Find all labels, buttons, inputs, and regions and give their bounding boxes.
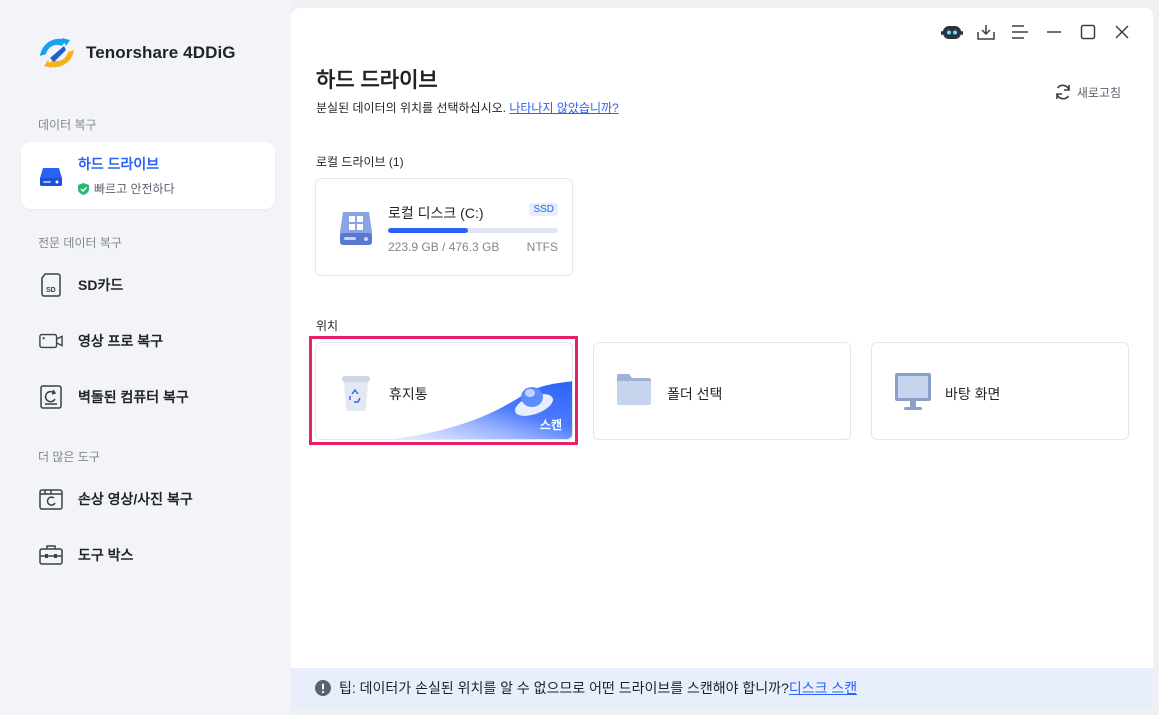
tip-bar: 팁: 데이터가 손실된 위치를 알 수 없으므로 어떤 드라이브를 스캔해야 합… (291, 668, 1153, 708)
close-button[interactable] (1105, 20, 1139, 44)
sidebar-item-label: 손상 영상/사진 복구 (78, 491, 193, 507)
page-subtitle-text: 분실된 데이터의 위치를 선택하십시오. (316, 101, 506, 115)
sidebar-item-badge: 빠르고 안전하다 (94, 182, 175, 196)
minimize-button[interactable] (1037, 20, 1071, 44)
menu-button[interactable] (1003, 20, 1037, 44)
photo-repair-icon (39, 487, 63, 511)
scan-button[interactable]: 스캔 (540, 416, 562, 433)
sidebar-item-label: 영상 프로 복구 (78, 333, 164, 349)
maximize-icon (1080, 24, 1096, 40)
folder-icon (617, 374, 651, 405)
close-icon (1115, 25, 1129, 39)
info-icon (315, 680, 331, 696)
sidebar-item-sd-card[interactable]: SD SD카드 (21, 260, 275, 310)
window-controls (935, 20, 1139, 44)
app-logo-icon (40, 38, 74, 68)
app-name: Tenorshare 4DDiG (86, 43, 236, 62)
location-folder[interactable]: 폴더 선택 (593, 342, 851, 440)
video-camera-icon (39, 329, 63, 353)
page-title: 하드 드라이브 (316, 69, 438, 92)
svg-text:SD: SD (46, 287, 56, 294)
sidebar-item-hard-drive[interactable]: 하드 드라이브 빠르고 안전하다 (21, 142, 275, 209)
menu-icon (1012, 25, 1028, 39)
sidebar-item-toolbox[interactable]: 도구 박스 (21, 530, 275, 580)
assistant-robot-button[interactable] (935, 20, 969, 44)
tip-text: 팁: 데이터가 손실된 위치를 알 수 없으므로 어떤 드라이브를 스캔해야 합… (339, 680, 789, 696)
refresh-button[interactable]: 새로고침 (1054, 83, 1121, 101)
section-label-more: 더 많은 도구 (38, 450, 100, 464)
sidebar-item-photo-repair[interactable]: 손상 영상/사진 복구 (21, 474, 275, 524)
sidebar-item-label: 하드 드라이브 (78, 156, 160, 172)
not-showing-link[interactable]: 나타나지 않았습니까? (509, 101, 618, 115)
location-recycle-bin[interactable]: 휴지통 스캔 (315, 342, 573, 440)
minimize-icon (1047, 31, 1061, 33)
refresh-label: 새로고침 (1076, 85, 1121, 100)
locations-label: 위치 (316, 319, 339, 333)
refresh-icon (1056, 84, 1070, 100)
sidebar-item-label: SD카드 (78, 277, 124, 293)
local-drives-label: 로컬 드라이브 (1) (316, 155, 404, 169)
drive-filesystem: NTFS (526, 240, 558, 254)
sidebar-item-label: 도구 박스 (78, 547, 134, 563)
robot-icon (941, 26, 963, 39)
brand: Tenorshare 4DDiG (36, 34, 236, 72)
desktop-icon (895, 373, 931, 410)
download-icon (977, 25, 995, 40)
sd-card-icon: SD (39, 273, 63, 297)
location-desktop[interactable]: 바탕 화면 (871, 342, 1129, 440)
shield-check-icon (78, 182, 89, 195)
drive-usage-bar (388, 228, 558, 233)
section-label-pro: 전문 데이터 복구 (38, 236, 122, 250)
sidebar-item-label: 벽돌된 컴퓨터 복구 (78, 389, 189, 405)
sidebar: Tenorshare 4DDiG 데이터 복구 하드 드라이브 빠르고 안전하다… (0, 0, 291, 715)
sidebar-item-crashed-computer[interactable]: 벽돌된 컴퓨터 복구 (21, 372, 275, 422)
toolbox-icon (39, 543, 63, 567)
disk-scan-link[interactable]: 디스크 스캔 (789, 678, 857, 698)
download-button[interactable] (969, 20, 1003, 44)
location-label: 폴더 선택 (667, 386, 723, 402)
sidebar-item-video-recovery[interactable]: 영상 프로 복구 (21, 316, 275, 366)
page-subtitle: 분실된 데이터의 위치를 선택하십시오. 나타나지 않았습니까? (316, 99, 619, 116)
hard-drive-icon (39, 164, 63, 188)
location-label: 바탕 화면 (945, 386, 1001, 402)
drive-name: 로컬 디스크 (C:) (388, 205, 484, 221)
drive-card-c[interactable]: 로컬 디스크 (C:) SSD 223.9 GB / 476.3 GB NTFS (315, 178, 573, 276)
drive-size: 223.9 GB / 476.3 GB (388, 240, 500, 254)
recycle-bin-icon (342, 376, 370, 411)
drive-type-badge: SSD (529, 203, 558, 216)
section-label-recovery: 데이터 복구 (38, 118, 97, 132)
location-label: 휴지통 (389, 386, 428, 402)
drive-disk-icon (340, 212, 372, 245)
main-panel: 하드 드라이브 분실된 데이터의 위치를 선택하십시오. 나타나지 않았습니까?… (291, 8, 1153, 708)
crashed-computer-icon (39, 385, 63, 409)
drive-usage-fill (388, 228, 468, 233)
maximize-button[interactable] (1071, 20, 1105, 44)
